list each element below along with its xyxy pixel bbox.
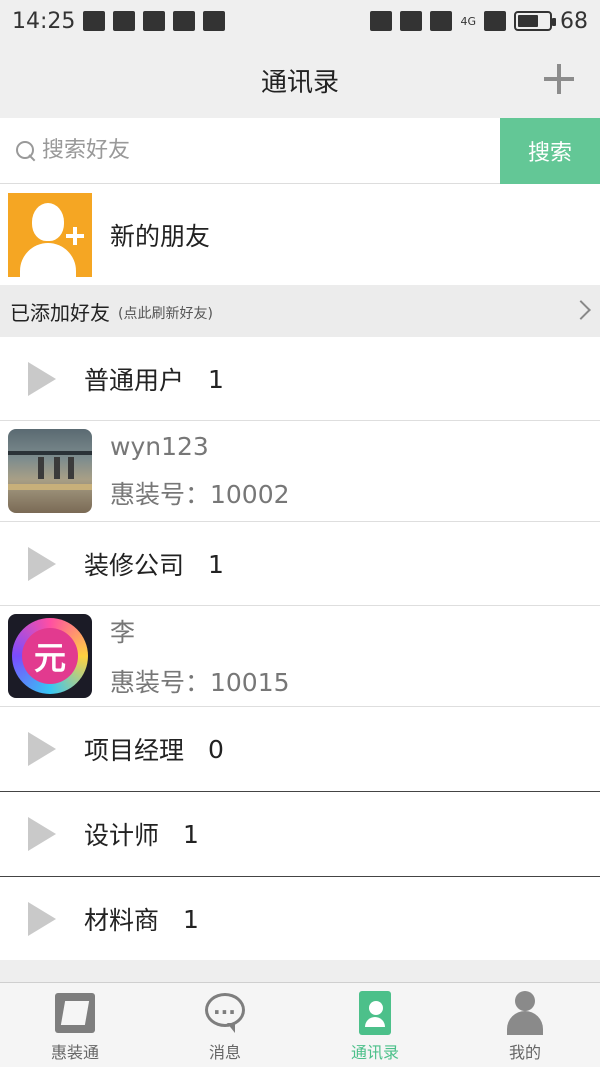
search-input[interactable]	[42, 138, 462, 163]
section-title: 已添加好友	[10, 300, 110, 325]
nav-item-messages[interactable]: 消息	[150, 983, 300, 1067]
search-box[interactable]	[0, 118, 500, 183]
nav-item-profile[interactable]: 我的	[450, 983, 600, 1067]
network-type: 4G	[460, 14, 476, 28]
group-label: 普通用户	[84, 366, 185, 395]
message-icon	[203, 991, 247, 1035]
expand-triangle-icon	[28, 817, 56, 851]
group-label: 设计师	[84, 821, 160, 850]
page-title: 通讯录	[260, 67, 339, 98]
add-contact-button[interactable]	[544, 64, 574, 94]
refresh-hint: (点此刷新好友)	[118, 306, 213, 322]
signal-icon	[484, 11, 506, 31]
search-bar: 搜索	[0, 118, 600, 184]
status-bar: 14:25 4G 68	[0, 0, 600, 42]
add-friend-icon	[8, 192, 92, 277]
battery-icon	[514, 11, 556, 31]
group-row-decoration-company[interactable]: 装修公司 1	[0, 522, 600, 606]
app-header: 通讯录	[0, 42, 600, 118]
alarm-icon	[400, 11, 423, 31]
group-label: 项目经理	[84, 736, 185, 765]
nav-label: 通讯录	[350, 1043, 399, 1062]
mute-icon	[370, 11, 393, 31]
list-bottom-spacer	[0, 960, 600, 982]
upload-notification-icon	[203, 11, 226, 31]
group-row-regular-users[interactable]: 普通用户 1	[0, 337, 600, 421]
profile-icon	[503, 991, 547, 1035]
nav-label: 惠装通	[50, 1043, 99, 1062]
new-friends-label: 新的朋友	[110, 221, 211, 251]
bottom-nav: 惠装通 消息 通讯录 我的	[0, 982, 600, 1067]
group-row-material-supplier[interactable]: 材料商 1	[0, 877, 600, 961]
group-count: 0	[208, 734, 224, 764]
expand-triangle-icon	[28, 732, 56, 766]
contact-name: 李	[110, 618, 136, 647]
group-row-designer[interactable]: 设计师 1	[0, 792, 600, 876]
expand-triangle-icon	[28, 547, 56, 581]
group-count: 1	[208, 549, 224, 579]
group-label: 装修公司	[84, 551, 185, 580]
hotspot-icon-2	[143, 11, 166, 31]
status-time: 14:25	[12, 8, 76, 34]
group-count: 1	[183, 819, 199, 849]
home-icon	[53, 991, 97, 1035]
avatar: 元	[8, 614, 92, 698]
avatar	[8, 429, 92, 513]
group-row-project-manager[interactable]: 项目经理 0	[0, 707, 600, 791]
nav-item-home[interactable]: 惠装通	[0, 983, 150, 1067]
nav-label: 我的	[508, 1043, 541, 1062]
contact-row[interactable]: 元 李 惠装号：10015	[0, 606, 600, 706]
contact-id: 惠装号：10002	[110, 479, 290, 509]
hotspot-icon	[83, 11, 106, 31]
nav-item-contacts[interactable]: 通讯录	[300, 983, 450, 1067]
new-friends-entry[interactable]: 新的朋友	[0, 185, 600, 284]
group-label: 材料商	[84, 906, 160, 935]
expand-triangle-icon	[28, 362, 56, 396]
chevron-right-icon	[571, 300, 591, 320]
nav-label: 消息	[208, 1043, 241, 1062]
contact-id: 惠装号：10015	[110, 668, 290, 697]
wifi-icon	[430, 11, 453, 31]
contact-name: wyn123	[110, 431, 209, 461]
search-button[interactable]: 搜索	[500, 118, 600, 184]
chat-notification-icon	[113, 11, 136, 31]
battery-level: 68	[560, 8, 588, 34]
search-icon	[14, 139, 38, 163]
expand-triangle-icon	[28, 902, 56, 936]
image-notification-icon	[173, 11, 196, 31]
avatar-glyph: 元	[22, 628, 78, 684]
contact-row[interactable]: wyn123 惠装号：10002	[0, 421, 600, 521]
group-count: 1	[183, 904, 199, 934]
group-count: 1	[208, 364, 224, 394]
added-friends-header[interactable]: 已添加好友 (点此刷新好友)	[0, 285, 600, 337]
contacts-icon	[353, 991, 397, 1035]
